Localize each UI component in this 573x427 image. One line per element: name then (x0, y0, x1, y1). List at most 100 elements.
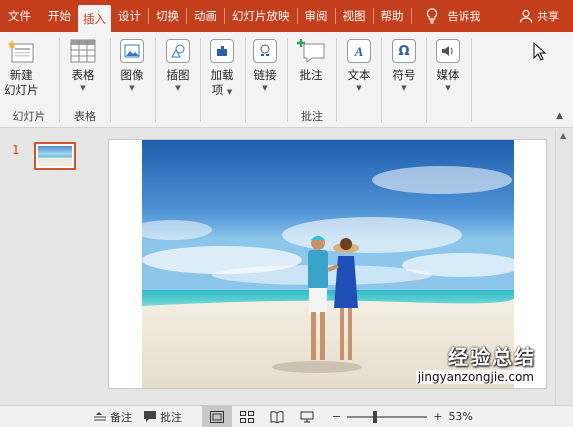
symbols-button[interactable]: Ω 符号 ▼ (389, 36, 419, 93)
slide-thumbnail[interactable] (34, 142, 76, 170)
zoom-out-icon[interactable]: − (332, 410, 341, 423)
notes-label: 备注 (110, 410, 132, 424)
comment-label: 批注 (299, 68, 323, 82)
omega-glyph: Ω (398, 43, 410, 59)
text-icon: A (347, 39, 371, 63)
zoom-slider-thumb[interactable] (373, 410, 378, 423)
ribbon-tab-bar: 文件 开始 插入 设计 切换 动画 幻灯片放映 审阅 视图 帮助 告诉我 共享 (0, 0, 573, 32)
tables-group-label: 表格 (74, 110, 96, 123)
zoom-slider[interactable] (347, 410, 428, 423)
chevron-down-icon: ▼ (401, 84, 407, 92)
book-icon (270, 410, 284, 423)
image-icon-wrap (117, 36, 147, 66)
comments-group-label: 批注 (301, 110, 323, 123)
group-divider (471, 38, 472, 122)
share-button[interactable]: 共享 (513, 0, 573, 32)
tab-design[interactable]: 设计 (111, 0, 148, 32)
addins-label-line1: 加载 (210, 68, 234, 82)
normal-view-icon (210, 410, 224, 423)
illustrations-group: 插图 ▼ (156, 32, 200, 128)
tab-home[interactable]: 开始 (41, 0, 78, 32)
vertical-scrollbar[interactable]: ▲ (555, 129, 573, 405)
chevron-down-icon: ▼ (262, 84, 268, 92)
image-group: 图像 ▼ (111, 32, 155, 128)
lightbulb-icon (426, 8, 437, 24)
slide-sorter-button[interactable] (232, 406, 262, 427)
comment-button[interactable]: 批注 (296, 36, 326, 83)
tab-review[interactable]: 审阅 (298, 0, 335, 32)
zoom-level[interactable]: 53% (448, 410, 472, 423)
new-slide-label-line2: 幻灯片 (4, 83, 39, 97)
text-icon-wrap: A (344, 36, 374, 66)
notes-icon (94, 411, 106, 420)
comments-button[interactable]: 批注 (138, 406, 188, 427)
text-button[interactable]: A 文本 ▼ (344, 36, 374, 93)
new-slide-icon (6, 36, 36, 66)
media-group: 媒体 ▼ (427, 32, 471, 128)
reading-view-button[interactable] (262, 406, 292, 427)
tab-help[interactable]: 帮助 (374, 0, 411, 32)
tab-divider (410, 8, 412, 24)
new-slide-label-line1: 新建 (9, 68, 33, 82)
addins-icon (210, 39, 234, 63)
new-slide-button[interactable]: 新建 幻灯片 (4, 36, 39, 98)
image-button[interactable]: 图像 ▼ (117, 36, 147, 93)
slide-thumbnails-pane: 1 (0, 129, 100, 405)
watermark: 经验总结 jingyanzongjie.com (415, 341, 536, 384)
symbols-label: 符号 (392, 68, 416, 82)
tab-slideshow[interactable]: 幻灯片放映 (225, 0, 297, 32)
links-group: 链接 ▼ (246, 32, 286, 128)
links-button[interactable]: 链接 ▼ (250, 36, 280, 93)
zoom-in-icon[interactable]: + (433, 410, 442, 423)
addins-label-line2-text: 项 (211, 83, 224, 97)
tell-me-box[interactable]: 告诉我 (420, 0, 487, 32)
omega-icon: Ω (392, 39, 416, 63)
person-icon (519, 9, 533, 23)
addins-button[interactable]: 加载 项 ▼ (207, 36, 237, 98)
thumbnail-image (38, 146, 72, 166)
tab-view[interactable]: 视图 (336, 0, 373, 32)
text-label: 文本 (347, 68, 371, 82)
tables-group: 表格 ▼ 表格 (60, 32, 110, 128)
speaker-icon (436, 39, 460, 63)
addins-icon-wrap (207, 36, 237, 66)
tab-file[interactable]: 文件 (0, 0, 41, 32)
slide-canvas: 经验总结 jingyanzongjie.com ▲ (100, 129, 573, 405)
links-icon-wrap (250, 36, 280, 66)
shapes-icon (166, 39, 190, 63)
link-icon (253, 39, 277, 63)
illustrations-icon-wrap (163, 36, 193, 66)
addins-group: 加载 项 ▼ (201, 32, 245, 128)
notes-button[interactable]: 备注 (88, 406, 138, 427)
links-label: 链接 (253, 68, 277, 82)
chevron-down-icon: ▼ (129, 84, 135, 92)
ribbon: 新建 幻灯片 幻灯片 表格 ▼ 表格 图像 ▼ 插图 ▼ 加载 项 ▼ 链接 ▼… (0, 32, 573, 128)
tell-me-label: 告诉我 (447, 10, 481, 23)
normal-view-button[interactable] (202, 405, 232, 427)
zoom-control: − + 53% (322, 410, 473, 423)
slide[interactable]: 经验总结 jingyanzongjie.com (108, 139, 547, 389)
mouse-pointer-icon (533, 42, 547, 61)
table-label: 表格 (71, 68, 95, 82)
media-button[interactable]: 媒体 ▼ (433, 36, 463, 93)
slideshow-button[interactable] (292, 406, 322, 427)
chevron-down-icon: ▼ (356, 84, 362, 92)
addins-label-line2: 项 ▼ (212, 83, 233, 98)
text-group: A 文本 ▼ (337, 32, 381, 128)
collapse-ribbon-icon[interactable]: ▲ (556, 111, 563, 121)
tab-animations[interactable]: 动画 (187, 0, 224, 32)
slide-number: 1 (12, 143, 20, 157)
illustrations-label: 插图 (166, 68, 190, 82)
watermark-title: 经验总结 (448, 345, 536, 369)
table-icon (68, 36, 98, 66)
grid-icon (240, 410, 254, 423)
scroll-up-icon[interactable]: ▲ (560, 131, 566, 140)
media-label: 媒体 (436, 68, 460, 82)
chevron-down-icon: ▼ (445, 84, 451, 92)
illustrations-button[interactable]: 插图 ▼ (163, 36, 193, 93)
comments-label: 批注 (160, 410, 182, 424)
tab-transitions[interactable]: 切换 (149, 0, 186, 32)
image-label: 图像 (120, 68, 144, 82)
table-button[interactable]: 表格 ▼ (68, 36, 98, 93)
tab-insert[interactable]: 插入 (78, 5, 111, 32)
